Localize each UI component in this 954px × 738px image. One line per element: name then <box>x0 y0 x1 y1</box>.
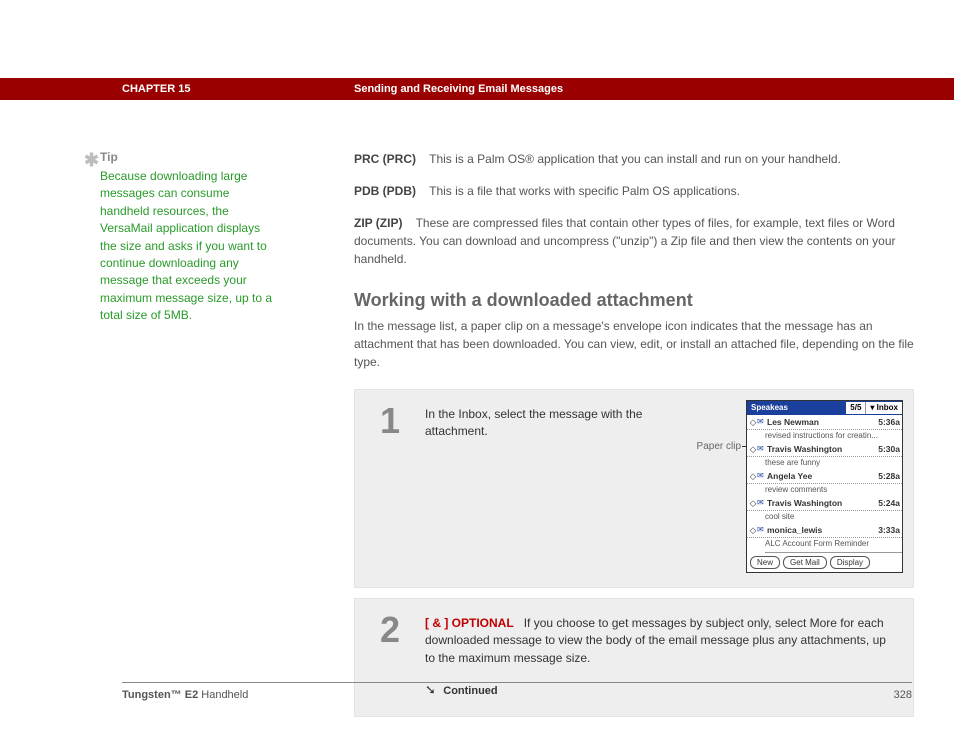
main-content: PRC (PRC) This is a Palm OS® application… <box>354 150 914 727</box>
handheld-button-row: New Get Mail Display <box>747 553 902 573</box>
tip-block: ✱ Tip Because downloading large messages… <box>100 150 280 325</box>
tip-text-before: Because downloading large messages can c… <box>100 169 247 200</box>
def-pdb-term: PDB (PDB) <box>354 184 416 198</box>
mail-subject: review comments <box>765 484 902 496</box>
envelope-clip-icon: ✉ <box>757 443 767 455</box>
section-heading: Working with a downloaded attachment <box>354 290 914 311</box>
handheld-header: Speakeas 5/5 ▾ Inbox <box>747 401 902 415</box>
chapter-title: Sending and Receiving Email Messages <box>354 83 563 95</box>
step-1-body: In the Inbox, select the message with th… <box>425 390 913 587</box>
diamond-icon: ◇ <box>749 470 757 482</box>
mail-sender: Travis Washington <box>767 444 842 454</box>
handheld-app-name: Speakeas <box>747 401 792 415</box>
mail-sender: monica_lewis <box>767 525 822 535</box>
step-1-text: In the Inbox, select the message with th… <box>425 406 655 441</box>
mail-sender: Les Newman <box>767 417 819 427</box>
def-prc-term: PRC (PRC) <box>354 152 416 166</box>
mail-subject: these are funny <box>765 457 902 469</box>
def-prc: PRC (PRC) This is a Palm OS® application… <box>354 150 914 168</box>
handheld-folder: ▾ Inbox <box>865 402 902 414</box>
display-button[interactable]: Display <box>830 556 870 570</box>
mail-sender: Angela Yee <box>767 471 812 481</box>
optional-marker: [ & ] OPTIONAL <box>425 616 514 630</box>
envelope-icon: ✉ <box>757 470 767 482</box>
diamond-icon: ◇ <box>749 524 757 536</box>
chapter-header: CHAPTER 15 Sending and Receiving Email M… <box>0 78 954 100</box>
mail-subject: cool site <box>765 511 902 523</box>
tip-text-after: resources, the VersaMail application dis… <box>100 204 272 322</box>
mail-time: 3:33a <box>878 524 900 536</box>
page-footer: Tungsten™ E2 Handheld 328 <box>122 682 912 701</box>
envelope-icon: ✉ <box>757 524 767 536</box>
new-button[interactable]: New <box>750 556 780 570</box>
mail-time: 5:28a <box>878 470 900 482</box>
handheld-screenshot: Speakeas 5/5 ▾ Inbox ◇ ✉ Les Newman 5:36… <box>746 400 903 573</box>
step-1-number: 1 <box>355 390 425 587</box>
mail-row: ◇ ✉ Angela Yee 5:28a <box>747 469 902 484</box>
mail-time: 5:30a <box>878 443 900 455</box>
envelope-icon: ✉ <box>757 497 767 509</box>
section-intro: In the message list, a paper clip on a m… <box>354 317 914 371</box>
product-name: Tungsten™ E2 Handheld <box>122 689 248 701</box>
diamond-icon: ◇ <box>749 443 757 455</box>
product-bold: Tungsten™ E2 <box>122 689 198 701</box>
def-zip: ZIP (ZIP) These are compressed files tha… <box>354 214 914 268</box>
handheld-count: 5/5 <box>846 402 865 414</box>
mail-time: 5:36a <box>878 416 900 428</box>
mail-time: 5:24a <box>878 497 900 509</box>
tip-body: Because downloading large messages can c… <box>100 168 280 325</box>
mail-row: ◇ ✉ Travis Washington 5:24a <box>747 496 902 511</box>
mail-row: ◇ ✉ Les Newman 5:36a <box>747 415 902 430</box>
step-1: 1 In the Inbox, select the message with … <box>354 389 914 588</box>
mail-subject: ALC Account Form Reminder <box>765 538 902 553</box>
handheld-folder-label: Inbox <box>877 403 898 412</box>
diamond-icon: ◇ <box>749 416 757 428</box>
tip-asterisk-icon: ✱ <box>84 150 99 171</box>
def-prc-desc: This is a Palm OS® application that you … <box>429 152 841 166</box>
page-number: 328 <box>894 689 912 701</box>
def-zip-term: ZIP (ZIP) <box>354 216 402 230</box>
paperclip-callout-label: Paper clip <box>697 440 741 455</box>
product-rest: Handheld <box>198 689 248 701</box>
mail-row: ◇ ✉ Travis Washington 5:30a <box>747 442 902 457</box>
envelope-clip-icon: ✉ <box>757 416 767 428</box>
tip-link-handheld[interactable]: handheld <box>100 204 149 218</box>
mail-sender: Travis Washington <box>767 498 842 508</box>
mail-row: ◇ ✉ monica_lewis 3:33a <box>747 523 902 538</box>
get-mail-button[interactable]: Get Mail <box>783 556 827 570</box>
def-pdb-desc: This is a file that works with specific … <box>429 184 740 198</box>
tip-heading: Tip <box>100 150 280 164</box>
def-zip-desc: These are compressed files that contain … <box>354 216 896 266</box>
mail-subject: revised instructions for creatin... <box>765 430 902 442</box>
chapter-label: CHAPTER 15 <box>122 83 190 95</box>
def-pdb: PDB (PDB) This is a file that works with… <box>354 182 914 200</box>
diamond-icon: ◇ <box>749 497 757 509</box>
